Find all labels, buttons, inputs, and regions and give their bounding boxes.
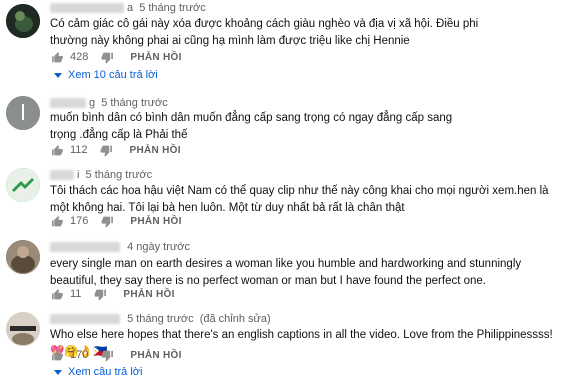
comment-header: g 5 tháng trước [50, 97, 168, 109]
caret-down-icon [54, 72, 62, 78]
dislike-icon[interactable] [93, 287, 107, 301]
comment-actions: 176 PHẢN HỒI [50, 214, 182, 228]
like-count: 112 [70, 144, 88, 156]
avatar[interactable] [6, 240, 40, 274]
like-icon[interactable] [50, 143, 64, 157]
like-icon[interactable] [50, 287, 64, 301]
comment-time[interactable]: 5 tháng trước [101, 97, 168, 109]
dislike-icon[interactable] [100, 143, 114, 157]
avatar-image [6, 312, 40, 346]
comment-time[interactable]: 5 tháng trước [86, 169, 153, 181]
author-name[interactable]: i [77, 169, 79, 181]
reply-button[interactable]: PHẢN HỒI [130, 350, 181, 361]
avatar[interactable] [6, 96, 40, 130]
comment-actions: 112 PHẢN HỒI [50, 143, 181, 157]
view-replies-button[interactable]: Xem câu trả lời [54, 366, 142, 378]
reply-button[interactable]: PHẢN HỒI [123, 289, 174, 300]
comment-time[interactable]: 5 tháng trước [127, 313, 194, 325]
view-replies-label[interactable]: Xem câu trả lời [68, 366, 142, 378]
author-name-redacted[interactable] [50, 314, 120, 325]
comment-actions: 11 PHẢN HỒI [50, 287, 175, 301]
comment-header: a 5 tháng trước [50, 2, 206, 14]
reply-button[interactable]: PHẢN HỒI [130, 216, 181, 227]
avatar-image [6, 240, 40, 274]
like-icon[interactable] [50, 50, 64, 64]
comment-actions: 428 PHẢN HỒI [50, 50, 182, 64]
avatar[interactable] [6, 168, 40, 202]
comment-header: 4 ngày trước [50, 241, 190, 253]
avatar-image [6, 4, 40, 38]
comment-header: 5 tháng trước (đã chỉnh sửa) [50, 313, 271, 325]
reply-button[interactable]: PHẢN HỒI [130, 145, 181, 156]
view-replies-label[interactable]: Xem 10 câu trả lời [68, 69, 158, 81]
like-count: 176 [70, 215, 89, 227]
reply-button[interactable]: PHẢN HỒI [130, 52, 181, 63]
author-name-redacted[interactable] [50, 3, 124, 14]
comment-header: i 5 tháng trước [50, 169, 152, 181]
like-icon[interactable] [50, 348, 64, 362]
avatar[interactable] [6, 4, 40, 38]
comment-time[interactable]: 5 tháng trước [139, 2, 206, 14]
like-count: 170 [70, 349, 89, 361]
edited-label: (đã chỉnh sửa) [199, 313, 271, 325]
comment-text: muốn bình dân có bình dân muốn đẳng cấp … [50, 112, 453, 141]
comment-text: Có cảm giác cô gái này xóa được khoảng c… [50, 18, 479, 47]
comment-text: every single man on earth desires a woma… [50, 258, 522, 287]
like-icon[interactable] [50, 214, 64, 228]
comment-text: Tôi thách các hoa hậu việt Nam có thể qu… [50, 185, 549, 214]
avatar-image [6, 168, 40, 202]
dislike-icon[interactable] [100, 50, 114, 64]
author-name-redacted[interactable] [50, 242, 120, 253]
like-count: 11 [70, 288, 82, 300]
comment-time[interactable]: 4 ngày trước [127, 241, 190, 253]
caret-down-icon [54, 369, 62, 375]
like-count: 428 [70, 51, 89, 63]
comment-actions: 170 PHẢN HỒI [50, 348, 182, 362]
dislike-icon[interactable] [100, 214, 114, 228]
avatar-image [6, 96, 40, 130]
avatar[interactable] [6, 312, 40, 346]
author-name-redacted[interactable] [50, 170, 74, 181]
author-name-redacted[interactable] [50, 98, 86, 109]
author-name[interactable]: g [89, 97, 95, 109]
author-name[interactable]: a [127, 2, 133, 14]
view-replies-button[interactable]: Xem 10 câu trả lời [54, 69, 158, 81]
dislike-icon[interactable] [100, 348, 114, 362]
